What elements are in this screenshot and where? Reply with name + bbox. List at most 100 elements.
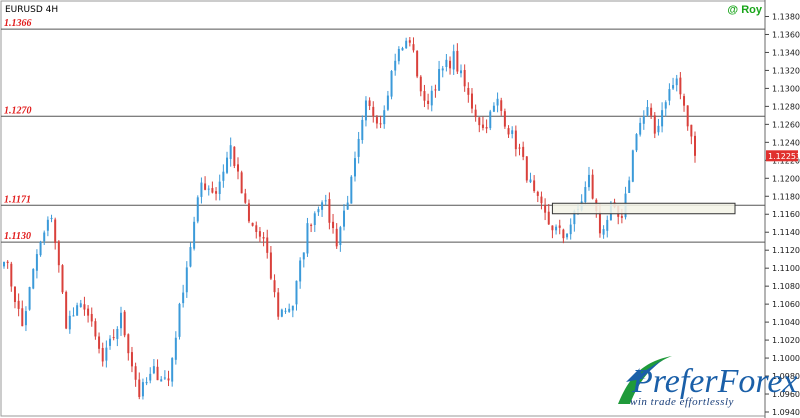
candle-body bbox=[61, 265, 64, 293]
candle-body bbox=[533, 180, 536, 192]
candle bbox=[525, 156, 528, 183]
candle-body bbox=[310, 224, 313, 226]
candle-body bbox=[631, 150, 634, 182]
y-tick-label: 1.10600 bbox=[772, 300, 800, 309]
chart-title: EURUSD 4H bbox=[5, 5, 58, 15]
y-tick-label: 1.13800 bbox=[772, 12, 800, 21]
candle-body bbox=[258, 231, 261, 237]
y-tick-label: 1.12800 bbox=[772, 102, 800, 111]
candle bbox=[489, 109, 492, 131]
candle-body bbox=[284, 310, 287, 312]
candle-body bbox=[672, 85, 675, 89]
candle-body bbox=[536, 191, 539, 196]
candle-body bbox=[496, 98, 499, 106]
candle-body bbox=[193, 221, 196, 249]
candle-body bbox=[43, 232, 46, 242]
candle bbox=[28, 286, 31, 311]
candle-body bbox=[635, 134, 638, 151]
candle-body bbox=[646, 106, 649, 116]
candle-body bbox=[185, 267, 188, 293]
candle-body bbox=[244, 193, 247, 203]
candle-body bbox=[21, 308, 24, 327]
y-tick-label: 1.12000 bbox=[772, 174, 800, 183]
candle-body bbox=[361, 119, 364, 141]
candle-body bbox=[306, 223, 309, 254]
y-tick-label: 1.10400 bbox=[772, 318, 800, 327]
candle-body bbox=[353, 158, 356, 177]
y-tick-label: 1.10000 bbox=[772, 354, 800, 363]
y-tick-label: 1.11200 bbox=[772, 246, 800, 255]
candle-body bbox=[94, 321, 97, 337]
candle-body bbox=[507, 128, 510, 135]
candle-body bbox=[686, 105, 689, 127]
candle-body bbox=[408, 40, 411, 43]
candle-body bbox=[200, 182, 203, 197]
candle-body bbox=[343, 210, 346, 227]
candle-body bbox=[262, 237, 265, 239]
candle-body bbox=[112, 337, 115, 339]
y-tick-label: 1.12600 bbox=[772, 120, 800, 129]
candle-body bbox=[233, 146, 236, 166]
candle-body bbox=[149, 373, 152, 381]
candle-body bbox=[602, 229, 605, 235]
candle-body bbox=[28, 287, 31, 310]
candle-body bbox=[346, 202, 349, 210]
candle-body bbox=[544, 204, 547, 213]
candle-body bbox=[350, 176, 353, 204]
level-label: 1.1171 bbox=[4, 194, 31, 205]
candle-body bbox=[76, 305, 79, 316]
candle-body bbox=[79, 303, 82, 308]
candle-body bbox=[247, 203, 250, 222]
candle bbox=[61, 264, 64, 294]
candle-body bbox=[427, 100, 430, 104]
candle-body bbox=[288, 308, 291, 312]
logo-text: PreferForex bbox=[631, 363, 798, 400]
candle-body bbox=[87, 308, 90, 316]
candle-body bbox=[449, 60, 452, 69]
candle-body bbox=[525, 156, 528, 181]
candle-body bbox=[141, 382, 144, 397]
candle-body bbox=[481, 124, 484, 128]
candle-body bbox=[690, 124, 693, 137]
candle bbox=[193, 216, 196, 251]
author-label: @ Roy bbox=[727, 4, 762, 16]
candle-body bbox=[522, 146, 525, 157]
y-tick-label: 1.10200 bbox=[772, 336, 800, 345]
candle-body bbox=[470, 93, 473, 109]
candle-body bbox=[664, 102, 667, 109]
y-tick-label: 1.10800 bbox=[772, 282, 800, 291]
candle-body bbox=[32, 269, 35, 289]
candle-body bbox=[211, 188, 214, 193]
candle-body bbox=[503, 111, 506, 127]
candle bbox=[39, 240, 42, 257]
candle bbox=[123, 310, 126, 338]
candle-body bbox=[269, 252, 272, 279]
candle-body bbox=[10, 263, 13, 287]
candle-body bbox=[401, 48, 404, 51]
candle-body bbox=[321, 202, 324, 210]
candle-body bbox=[13, 286, 16, 303]
y-tick-label: 1.13000 bbox=[772, 84, 800, 93]
candle-body bbox=[683, 96, 686, 106]
candle-body bbox=[123, 311, 126, 336]
candle-body bbox=[412, 44, 415, 51]
candle bbox=[635, 133, 638, 153]
y-tick-label: 1.11600 bbox=[772, 210, 800, 219]
candle bbox=[280, 308, 283, 318]
candle-body bbox=[653, 115, 656, 134]
candle-body bbox=[460, 70, 463, 74]
candle-body bbox=[416, 51, 419, 77]
candle-body bbox=[547, 211, 550, 225]
candle-body bbox=[668, 89, 671, 101]
candle bbox=[233, 146, 236, 169]
candle-body bbox=[555, 226, 558, 231]
candle-body bbox=[514, 130, 517, 150]
candle-body bbox=[35, 254, 38, 271]
candle-body bbox=[68, 315, 71, 330]
zone-group bbox=[551, 202, 736, 215]
candle-body bbox=[90, 313, 93, 322]
candle-body bbox=[492, 105, 495, 112]
level-label: 1.1130 bbox=[4, 231, 31, 242]
candle-body bbox=[240, 172, 243, 194]
candle-body bbox=[156, 366, 159, 381]
